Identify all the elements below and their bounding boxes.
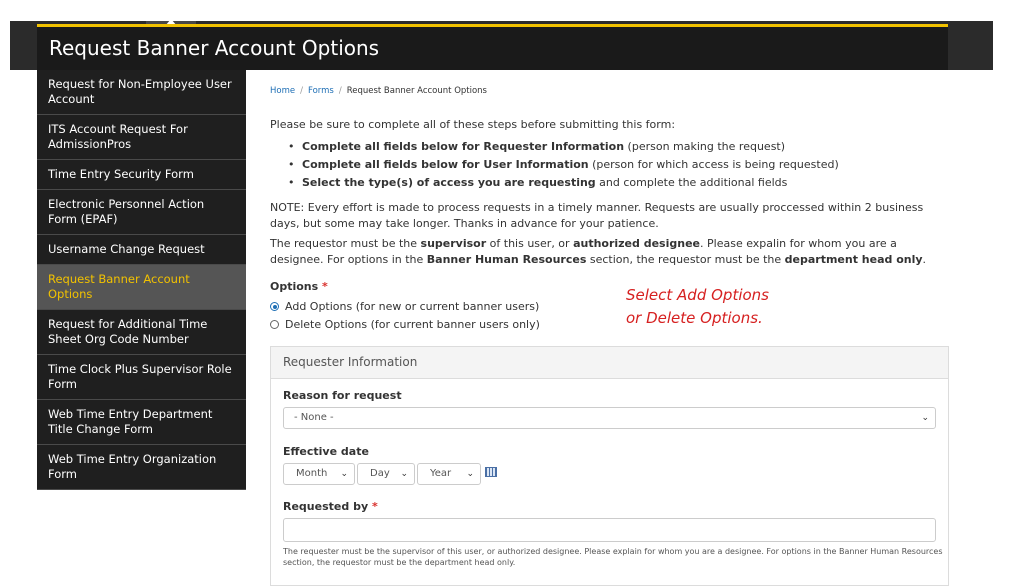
- requested-by-label: Requested by *: [283, 500, 378, 513]
- title-bar: Request Banner Account Options: [37, 24, 948, 70]
- breadcrumb: Home / Forms / Request Banner Account Option…: [270, 86, 487, 96]
- chevron-down-icon: ⌄: [340, 469, 348, 479]
- sidebar-item-label: Time Clock Plus Supervisor Role Form: [48, 362, 232, 391]
- list-item: • Complete all fields below for User Info…: [288, 156, 839, 174]
- panel-heading: Requester Information: [271, 347, 948, 379]
- sidebar-item-dept-title-change[interactable]: Web Time Entry Department Title Change F…: [37, 400, 246, 445]
- sidebar-item-organization-form[interactable]: Web Time Entry Organization Form: [37, 445, 246, 490]
- requester-information-panel: Requester Information Reason for request…: [270, 346, 949, 586]
- sidebar-item-username-change[interactable]: Username Change Request: [37, 235, 246, 265]
- radio-checked-icon[interactable]: [270, 302, 279, 311]
- radio-unchecked-icon[interactable]: [270, 320, 279, 329]
- month-select[interactable]: Month ⌄: [283, 463, 355, 485]
- required-marker: *: [371, 500, 378, 513]
- list-item: • Select the type(s) of access you are re…: [288, 174, 839, 192]
- breadcrumb-separator: /: [300, 86, 303, 96]
- steps-list: • Complete all fields below for Requester…: [288, 138, 839, 192]
- reason-select[interactable]: - None - ⌄: [283, 407, 936, 429]
- sidebar-item-time-clock-supervisor[interactable]: Time Clock Plus Supervisor Role Form: [37, 355, 246, 400]
- chevron-down-icon: ⌄: [400, 469, 408, 479]
- calendar-icon[interactable]: [485, 467, 497, 477]
- reason-select-value: - None -: [294, 412, 334, 423]
- sidebar-item-time-entry-security[interactable]: Time Entry Security Form: [37, 160, 246, 190]
- sidebar-item-banner-account-options[interactable]: Request Banner Account Options: [37, 265, 246, 310]
- chevron-down-icon: ⌄: [466, 469, 474, 479]
- effective-date-label: Effective date: [283, 445, 369, 458]
- requestor-requirement: The requestor must be the supervisor of …: [270, 237, 927, 266]
- bullet-icon: •: [288, 176, 295, 189]
- sidebar-item-label: ITS Account Request For AdmissionPros: [48, 122, 188, 151]
- sidebar-item-label: Time Entry Security Form: [48, 167, 194, 181]
- sidebar-item-label: Web Time Entry Organization Form: [48, 452, 217, 481]
- list-item: • Complete all fields below for Requester…: [288, 138, 839, 156]
- sidebar: Request for Non-Employee User Account IT…: [37, 70, 246, 490]
- processing-note: NOTE: Every effort is made to process re…: [270, 201, 924, 230]
- bullet-icon: •: [288, 140, 295, 153]
- sidebar-item-non-employee-account[interactable]: Request for Non-Employee User Account: [37, 70, 246, 115]
- sidebar-item-label: Web Time Entry Department Title Change F…: [48, 407, 213, 436]
- radio-add-options[interactable]: Add Options (for new or current banner u…: [270, 300, 539, 313]
- options-label: Options *: [270, 280, 328, 293]
- sidebar-item-label: Request for Additional Time Sheet Org Co…: [48, 317, 208, 346]
- requested-by-help: The requester must be the supervisor of …: [283, 547, 943, 567]
- page-title: Request Banner Account Options: [49, 36, 380, 60]
- radio-delete-options[interactable]: Delete Options (for current banner users…: [270, 318, 540, 331]
- breadcrumb-forms-link[interactable]: Forms: [308, 86, 334, 96]
- breadcrumb-home-link[interactable]: Home: [270, 86, 295, 96]
- annotation-line: or Delete Options.: [626, 309, 763, 327]
- year-select[interactable]: Year ⌄: [417, 463, 481, 485]
- annotation-line: Select Add Options: [626, 286, 769, 304]
- breadcrumb-current: Request Banner Account Options: [346, 86, 487, 96]
- radio-label: Delete Options (for current banner users…: [285, 318, 540, 331]
- required-marker: *: [322, 280, 328, 293]
- breadcrumb-separator: /: [338, 86, 342, 96]
- day-select[interactable]: Day ⌄: [357, 463, 415, 485]
- sidebar-item-epaf[interactable]: Electronic Personnel Action Form (EPAF): [37, 190, 246, 235]
- requested-by-input[interactable]: [283, 518, 936, 542]
- sidebar-item-admissionpros[interactable]: ITS Account Request For AdmissionPros: [37, 115, 246, 160]
- sidebar-item-label: Username Change Request: [48, 242, 205, 256]
- sidebar-item-label: Electronic Personnel Action Form (EPAF): [48, 197, 205, 226]
- bullet-icon: •: [288, 158, 295, 171]
- reason-label: Reason for request: [283, 389, 402, 402]
- intro-text: Please be sure to complete all of these …: [270, 118, 676, 131]
- sidebar-item-additional-org-code[interactable]: Request for Additional Time Sheet Org Co…: [37, 310, 246, 355]
- sidebar-item-label: Request Banner Account Options: [48, 272, 190, 301]
- instruction-annotation: Select Add Options or Delete Options.: [626, 284, 769, 330]
- sidebar-item-label: Request for Non-Employee User Account: [48, 77, 232, 106]
- radio-label: Add Options (for new or current banner u…: [285, 300, 540, 313]
- chevron-down-icon: ⌄: [921, 413, 929, 423]
